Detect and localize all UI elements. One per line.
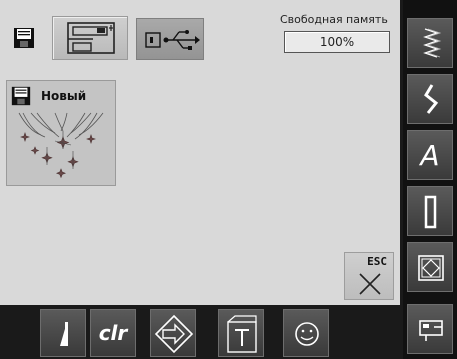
bottom-toolbar: clr <box>0 305 403 359</box>
decorative-stitch-icon <box>424 84 439 114</box>
embroidery-thumbnail <box>11 111 111 183</box>
free-memory-value: 100% <box>319 35 355 49</box>
alphabet-icon: A <box>420 139 440 172</box>
tab-machine-memory[interactable] <box>52 16 128 60</box>
close-x-icon <box>359 273 381 295</box>
floppy-disk-icon <box>10 85 32 107</box>
zigzag-stitch-icon <box>423 28 442 58</box>
right-sidebar: A <box>403 0 457 359</box>
usb-stick-icon <box>145 30 200 50</box>
sidebar-item-decorative-stitches[interactable] <box>407 74 453 124</box>
smiley-icon <box>295 322 319 346</box>
tutorial-button[interactable] <box>218 309 264 357</box>
free-memory-label: Свободная память <box>280 13 388 26</box>
clr-icon: clr <box>98 321 128 345</box>
combination-mode-icon <box>154 314 194 354</box>
pattern-begin-icon <box>60 322 68 346</box>
sewing-machine-icon <box>67 22 115 54</box>
file-item-new[interactable]: Новый <box>6 80 116 186</box>
sidebar-item-alphabets[interactable]: A <box>407 130 453 180</box>
sidebar-item-setup[interactable] <box>407 304 453 354</box>
top-toolbar: Свободная память 100% <box>0 0 400 72</box>
machine-setup-icon <box>419 320 443 341</box>
quilt-icon <box>418 255 444 281</box>
favorites-button[interactable] <box>283 309 329 357</box>
tutorial-icon <box>227 315 257 353</box>
combination-mode-button[interactable] <box>150 309 196 357</box>
sidebar-item-practical-stitches[interactable] <box>407 18 453 68</box>
sidebar-item-quilt-stitches[interactable] <box>407 242 453 292</box>
pattern-begin-button[interactable] <box>40 309 86 357</box>
file-name: Новый <box>41 89 87 103</box>
main-screen: Свободная память 100% Новый ESC <box>0 0 400 305</box>
sidebar-item-buttonholes[interactable] <box>407 186 453 236</box>
esc-label: ESC <box>367 255 387 268</box>
clear-button[interactable]: clr <box>90 309 136 357</box>
esc-button[interactable]: ESC <box>344 252 394 300</box>
tab-usb-stick[interactable] <box>136 18 204 60</box>
buttonhole-icon <box>424 195 437 229</box>
floppy-disk-icon <box>12 26 36 50</box>
free-memory-indicator: 100% <box>284 31 390 53</box>
